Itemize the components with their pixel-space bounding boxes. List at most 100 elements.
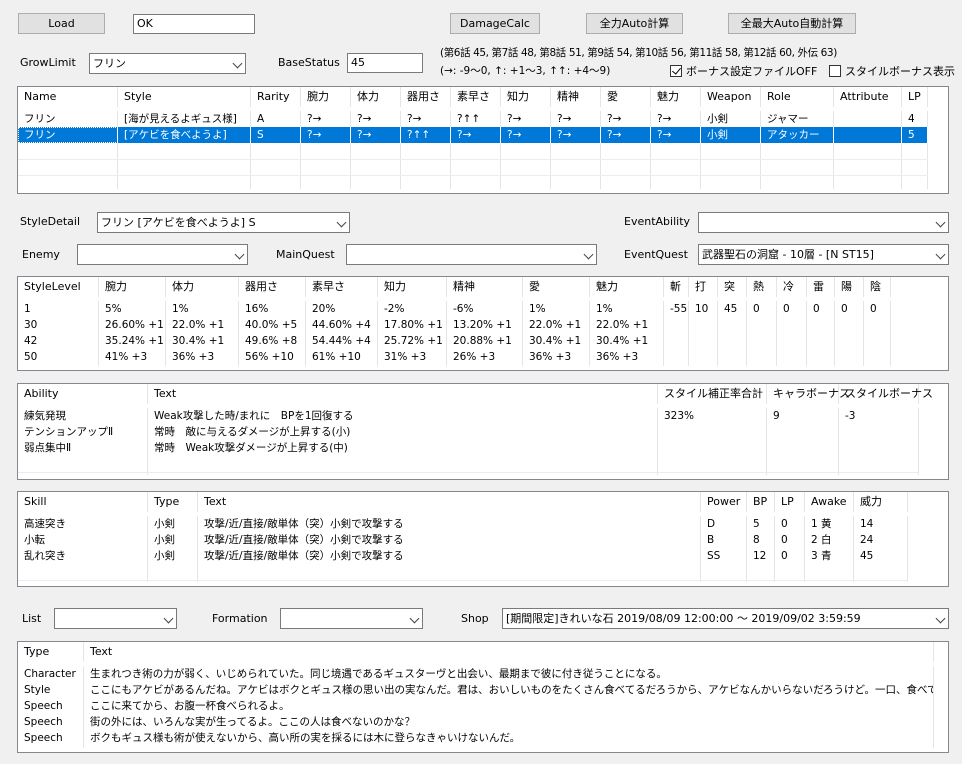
table-row[interactable]: 1 5% 1% 16% 20% -2% -6% 1% 1% -55 10 45 0 0 0 0 0 [18,301,891,317]
column-header[interactable]: LP [902,87,928,107]
table-cell [777,317,807,333]
max-auto-calc-button[interactable]: 全最大Auto自動計算 [728,13,856,34]
column-header[interactable]: 素早さ [306,277,378,297]
bonus-file-checkbox[interactable]: ボーナス設定ファイルOFF [670,65,817,78]
event-quest-select[interactable]: 武器聖石の洞窟 - 10層 - [N ST15] [698,244,949,265]
column-header[interactable]: Type [18,642,84,662]
column-header[interactable]: Text [198,492,701,512]
column-header[interactable]: LP [775,492,805,512]
skill-table[interactable]: Skill Type Text Power BP LP Awake 威力高速突き 小剣 攻撃/近/… [17,491,949,587]
table-row[interactable]: Style ここにもアケビがあるんだね。アケビはボクとギュス様の思い出の実なんだ。… [18,682,934,698]
column-header[interactable]: StyleLevel [18,277,99,297]
table-row[interactable]: 30 26.60% +1 22.0% +1 40.0% +5 44.60% +4 17.8… [18,317,891,333]
text-table[interactable]: Type Text Character 生まれつき術の力が弱く、いじめられていた。同じ… [17,641,949,753]
table-row[interactable]: 42 35.24% +1 30.4% +1 49.6% +8 54.44% +4 25.7… [18,333,891,349]
table-row[interactable]: フリン [アケビを食べようよ] S ?→ ?→ ?↑↑ ?→ ?→ ?→ ?→ ?→ 小剣 アタッカー 5 [18,127,928,143]
column-header[interactable]: 体力 [166,277,239,297]
style-bonus-label: スタイルボーナス表示 [845,65,955,78]
table-row[interactable]: Speech ボクもギュス様も術が使えないから、高い所の実を採るには木に登らなきゃ… [18,730,934,746]
column-header[interactable]: 精神 [447,277,523,297]
column-header[interactable]: Rarity [251,87,301,107]
style-bonus-checkbox[interactable]: スタイルボーナス表示 [829,65,955,78]
event-ability-label: EventAbility [624,215,691,228]
column-header[interactable]: 威力 [854,492,908,512]
column-header[interactable]: スタイルボーナス [839,384,933,404]
column-header[interactable]: 体力 [351,87,401,107]
result-field[interactable]: OK [133,14,255,34]
table-row[interactable]: 高速突き 小剣 攻撃/近/直接/敵単体（突）小剣で攻撃する D 5 0 1 黄 14 [18,516,908,532]
table-row[interactable]: テンションアップⅡ 常時 敵に与えるダメージが上昇する(小) [18,424,919,440]
column-header[interactable]: Weapon [701,87,761,107]
table-cell [864,317,891,333]
enemy-select[interactable] [77,244,248,265]
column-header[interactable]: 魅力 [651,87,701,107]
column-header[interactable]: 打 [689,277,718,297]
table-cell: 30 [18,317,99,333]
column-header[interactable]: Type [148,492,198,512]
base-status-input[interactable]: 45 [347,53,423,73]
table-row[interactable]: 乱れ突き 小剣 攻撃/近/直接/敵単体（突）小剣で攻撃する SS 12 0 3 青 45 [18,548,908,564]
column-header[interactable]: Power [701,492,747,512]
column-header[interactable]: BP [747,492,775,512]
column-header[interactable]: スタイル補正率合計 [658,384,767,404]
column-header[interactable]: 素早さ [451,87,501,107]
table-cell: 1% [523,301,590,317]
ability-table[interactable]: Ability Text スタイル補正率合計 キャラボーナス スタイルボーナス練気発現 W… [17,383,949,480]
column-header[interactable]: 突 [718,277,747,297]
style-detail-select[interactable]: フリン [アケビを食べようよ] S [97,212,350,233]
column-header[interactable]: Text [84,642,934,662]
grid-line [927,143,928,189]
style-list[interactable]: Name Style Rarity 腕力 体力 器用さ 素早さ 知力 精神愛魅力 Weapon Ro… [17,86,949,194]
auto-calc-button[interactable]: 全力Auto計算 [586,13,683,34]
column-header[interactable]: Attribute [834,87,902,107]
column-header[interactable]: Style [118,87,251,107]
column-header[interactable]: 魅力 [590,277,664,297]
table-row[interactable]: Character 生まれつき術の力が弱く、いじめられていた。同じ境遇であるギュス… [18,666,934,682]
column-header[interactable]: Skill [18,492,148,512]
table-cell: ?→ [351,127,401,143]
table-cell: 35.24% +1 [99,333,166,349]
column-header[interactable]: 愛 [601,87,651,107]
table-cell: 36% +3 [523,349,590,365]
column-header[interactable]: 器用さ [401,87,451,107]
column-header[interactable]: 雷 [807,277,835,297]
table-cell: D [701,516,747,532]
column-header[interactable]: 腕力 [99,277,166,297]
column-header[interactable]: 冷 [777,277,807,297]
column-header[interactable]: 精神 [551,87,601,107]
table-cell: 26% +3 [447,349,523,365]
list-select[interactable] [54,608,177,629]
column-header[interactable]: 陽 [835,277,864,297]
column-header[interactable]: 愛 [523,277,590,297]
formation-select[interactable] [280,608,423,629]
column-header[interactable]: キャラボーナス [767,384,850,404]
column-header[interactable]: 器用さ [239,277,306,297]
table-row[interactable]: フリン [海が見えるよギュス様] A ?→ ?→ ?→ ?↑↑ ?→ ?→ ?→ ?→ 小剣 ジャマー 4 [18,111,928,127]
column-header[interactable]: Awake [805,492,854,512]
table-row[interactable]: Speech 街の外には、いろんな実が生ってるよ。ここの人は食べないのかな？ [18,714,934,730]
damage-calc-button[interactable]: DamageCalc [450,13,540,34]
shop-select[interactable]: [期間限定]きれいな石 2019/08/09 12:00:00 〜 2019/0… [502,608,949,629]
column-header[interactable]: Ability [18,384,148,404]
column-header[interactable]: Text [148,384,658,404]
grow-limit-select[interactable]: フリン [89,53,246,74]
event-ability-select[interactable] [698,212,949,233]
column-header[interactable]: 知力 [378,277,447,297]
table-row[interactable]: Speech ここに来てから、お腹一杯食べられるよ。 [18,698,934,714]
load-button[interactable]: Load [18,13,105,34]
main-quest-select[interactable] [346,244,597,265]
column-header[interactable]: 斬 [664,277,689,297]
column-header[interactable]: Role [761,87,834,107]
column-header[interactable]: 腕力 [301,87,351,107]
table-row[interactable]: 小転 小剣 攻撃/近/直接/敵単体（突）小剣で攻撃する B 8 0 2 白 24 [18,532,908,548]
column-header[interactable]: 陰 [864,277,891,297]
column-header[interactable]: 知力 [501,87,551,107]
column-header[interactable]: Name [18,87,118,107]
event-quest-value: 武器聖石の洞窟 - 10層 - [N ST15] [702,248,874,261]
table-row[interactable]: 弱点集中Ⅱ 常時 Weak攻撃ダメージが上昇する(中) [18,440,919,456]
table-cell: 0 [835,301,864,317]
column-header[interactable]: 熱 [747,277,777,297]
style-level-table[interactable]: StyleLevel 腕力 体力 器用さ 素早さ 知力 精神愛魅力斬打突熱冷雷陽陰 1 5% 1%… [17,276,949,371]
table-row[interactable]: 50 41% +3 36% +3 56% +10 61% +10 31% +3 26% +3… [18,349,891,365]
table-row[interactable]: 練気発現 Weak攻撃した時/まれに BPを1回復する 323% 9 -3 [18,408,919,424]
